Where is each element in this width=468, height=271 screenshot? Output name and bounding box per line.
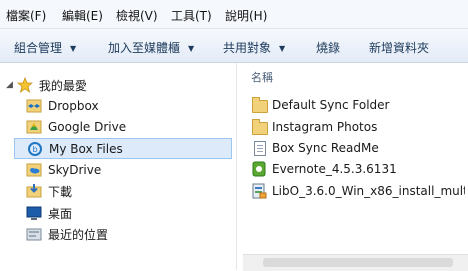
- pane-splitter[interactable]: [236, 63, 243, 270]
- sidebar-item-label: 桌面: [48, 206, 73, 221]
- recent-places-icon: [26, 226, 42, 242]
- dropbox-icon: [26, 98, 42, 114]
- sidebar-item-label: Google Drive: [48, 120, 127, 134]
- box-icon: b: [27, 141, 43, 157]
- horizontal-scrollbar[interactable]: [243, 254, 468, 271]
- file-name: Default Sync Folder: [272, 98, 390, 112]
- menu-file[interactable]: 檔案(F): [6, 7, 46, 24]
- favorites-label: 我的最愛: [38, 78, 87, 93]
- scrollbar-thumb[interactable]: [263, 258, 453, 267]
- sidebar-item-skydrive[interactable]: SkyDrive: [14, 160, 230, 180]
- sidebar-item-label: 下載: [48, 184, 73, 199]
- folder-icon: [251, 97, 268, 113]
- list-item[interactable]: Instagram Photos: [251, 117, 465, 137]
- file-name: LibO_3.6.0_Win_x86_install_multi: [272, 184, 465, 198]
- sidebar-item-label: My Box Files: [49, 141, 123, 156]
- list-item[interactable]: Default Sync Folder: [251, 95, 465, 115]
- chevron-down-icon: ▼: [188, 44, 195, 53]
- folder-icon: [251, 119, 268, 135]
- menu-tools[interactable]: 工具(T): [171, 7, 212, 24]
- evernote-installer-icon: [251, 161, 267, 177]
- share-with-button[interactable]: 共用對象 ▼: [223, 39, 285, 56]
- desktop-icon: [26, 205, 42, 221]
- organize-label: 組合管理: [14, 41, 63, 55]
- file-name: Instagram Photos: [272, 120, 378, 134]
- chevron-down-icon: ▼: [70, 44, 77, 53]
- organize-button[interactable]: 組合管理 ▼: [14, 39, 76, 56]
- menu-bar: 檔案(F) 編輯(E) 檢視(V) 工具(T) 說明(H): [0, 0, 468, 29]
- chevron-down-icon: ▼: [279, 44, 286, 53]
- include-in-library-button[interactable]: 加入至媒體櫃 ▼: [108, 39, 194, 56]
- sidebar-item-label: 最近的位置: [48, 227, 109, 242]
- share-with-label: 共用對象: [223, 41, 272, 55]
- include-in-library-label: 加入至媒體櫃: [108, 41, 181, 55]
- skydrive-icon: [26, 162, 42, 178]
- star-icon: [16, 76, 33, 93]
- libreoffice-installer-icon: [251, 183, 267, 199]
- command-toolbar: 組合管理 ▼ 加入至媒體櫃 ▼ 共用對象 ▼ 燒錄 新增資料夾: [0, 29, 468, 63]
- sidebar-item-recent-places[interactable]: 最近的位置: [14, 224, 230, 244]
- favorites-header[interactable]: ◢ 我的最愛: [4, 75, 220, 95]
- sidebar-item-label: SkyDrive: [48, 163, 102, 177]
- google-drive-icon: [26, 119, 42, 135]
- svg-text:b: b: [32, 145, 37, 154]
- menu-view[interactable]: 檢視(V): [116, 7, 158, 24]
- new-folder-button[interactable]: 新增資料夾: [369, 39, 429, 56]
- file-name: Evernote_4.5.3.6131: [272, 162, 397, 176]
- list-item[interactable]: LibO_3.6.0_Win_x86_install_multi: [251, 181, 465, 201]
- sidebar-item-my-box-files[interactable]: b My Box Files: [14, 138, 232, 159]
- sidebar-item-downloads[interactable]: 下載: [14, 181, 230, 201]
- file-name: Box Sync ReadMe: [272, 141, 379, 155]
- file-list: 名稱 Default Sync Folder Instagram Photos …: [243, 63, 468, 270]
- sidebar-item-label: Dropbox: [48, 99, 99, 113]
- downloads-icon: [26, 183, 42, 199]
- navigation-pane: ◢ 我的最愛 Dropbox Google Drive b My Box Fil…: [0, 63, 236, 270]
- list-item[interactable]: Evernote_4.5.3.6131: [251, 159, 465, 179]
- burn-button[interactable]: 燒錄: [316, 39, 340, 56]
- sidebar-item-google-drive[interactable]: Google Drive: [14, 117, 230, 137]
- column-header-name[interactable]: 名稱: [251, 69, 273, 85]
- list-item[interactable]: Box Sync ReadMe: [251, 138, 465, 158]
- document-icon: [251, 140, 267, 156]
- menu-help[interactable]: 說明(H): [225, 7, 267, 24]
- sidebar-item-desktop[interactable]: 桌面: [14, 203, 230, 223]
- menu-edit[interactable]: 編輯(E): [62, 7, 103, 24]
- sidebar-item-dropbox[interactable]: Dropbox: [14, 96, 230, 116]
- expand-arrow-icon[interactable]: ◢: [6, 80, 13, 90]
